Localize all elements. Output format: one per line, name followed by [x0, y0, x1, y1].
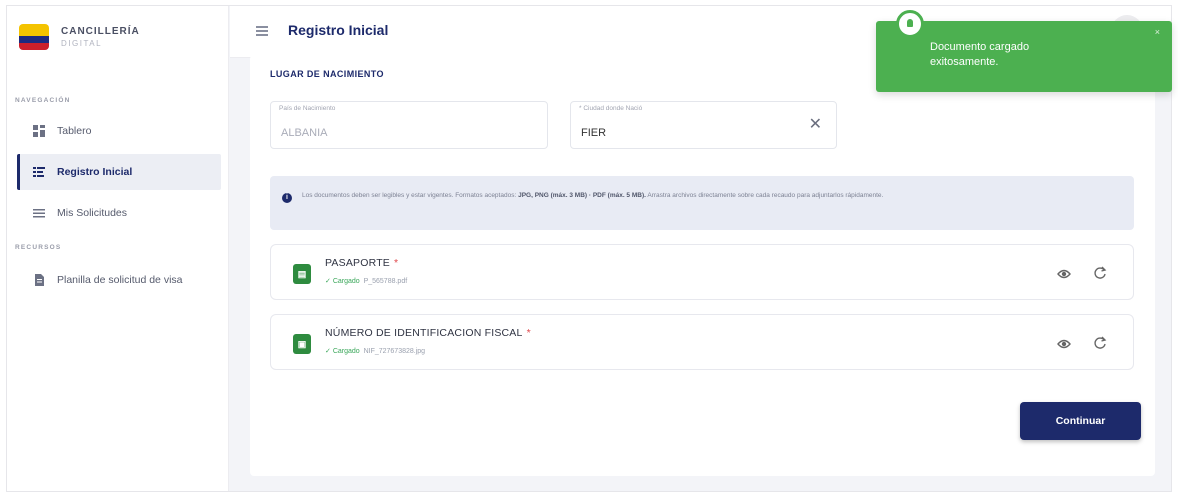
bell-icon	[896, 10, 924, 38]
flag-logo	[19, 24, 49, 50]
refresh-icon[interactable]	[1093, 266, 1107, 280]
page-title: Registro Inicial	[288, 22, 389, 38]
register-icon	[33, 166, 45, 178]
eye-icon[interactable]	[1057, 337, 1071, 351]
list-icon	[33, 207, 45, 219]
document-row-pasaporte: ▤ PASAPORTE * ✓ Cargado P_565788.pdf	[270, 244, 1134, 300]
document-status: ✓ Cargado NIF_727673828.jpg	[325, 348, 426, 355]
info-icon: i	[282, 193, 292, 203]
continue-button[interactable]: Continuar	[1020, 402, 1141, 440]
refresh-icon[interactable]	[1093, 336, 1107, 350]
section-title: LUGAR DE NACIMIENTO	[270, 69, 384, 79]
sidebar-item-label: Planilla de solicitud de visa	[57, 274, 183, 286]
nav-section-label: NAVEGACIÓN	[15, 97, 71, 104]
resources-section-label: RECURSOS	[15, 244, 62, 251]
sidebar-item-registro-inicial[interactable]: Registro Inicial	[17, 154, 221, 190]
city-field-value: FIER	[581, 127, 607, 139]
dashboard-icon	[33, 125, 45, 137]
document-row-nif: ▣ NÚMERO DE IDENTIFICACION FISCAL * ✓ Car…	[270, 314, 1134, 370]
sidebar: CANCILLERÍA DIGITAL NAVEGACIÓN Tablero R…	[7, 6, 229, 491]
sidebar-item-label: Tablero	[57, 125, 92, 137]
city-field-label: * Ciudad donde Nació	[579, 105, 643, 112]
brand-subtitle: DIGITAL	[61, 39, 103, 48]
brand-title: CANCILLERÍA	[61, 26, 140, 37]
country-field-value: ALBANIA	[281, 127, 328, 139]
sidebar-item-mis-solicitudes[interactable]: Mis Solicitudes	[17, 195, 221, 231]
toast-message: Documento cargado exitosamente.	[930, 41, 1030, 68]
city-field[interactable]: * Ciudad donde Nació FIER ✕	[570, 101, 837, 149]
eye-icon[interactable]	[1057, 267, 1071, 281]
brand[interactable]: CANCILLERÍA DIGITAL	[19, 24, 140, 50]
document-icon	[33, 274, 45, 286]
document-status: ✓ Cargado P_565788.pdf	[325, 278, 408, 285]
hamburger-menu-icon[interactable]	[256, 26, 268, 36]
document-name: PASAPORTE *	[325, 257, 399, 269]
document-name: NÚMERO DE IDENTIFICACION FISCAL *	[325, 327, 531, 339]
sidebar-item-label: Mis Solicitudes	[57, 207, 128, 219]
toast-close-icon[interactable]: ×	[1155, 27, 1160, 37]
success-toast: Documento cargado exitosamente. ×	[876, 10, 1172, 92]
sidebar-item-tablero[interactable]: Tablero	[17, 113, 221, 149]
close-icon[interactable]: ✕	[809, 117, 822, 133]
info-banner: i Los documentos deben ser legibles y es…	[270, 176, 1134, 230]
image-file-icon: ▣	[293, 334, 311, 354]
sidebar-item-planilla[interactable]: Planilla de solicitud de visa	[17, 262, 221, 298]
country-field-label: País de Nacimiento	[279, 105, 336, 112]
country-field[interactable]: País de Nacimiento ALBANIA	[270, 101, 548, 149]
info-text: Los documentos deben ser legibles y esta…	[302, 192, 884, 199]
pdf-file-icon: ▤	[293, 264, 311, 284]
sidebar-item-label: Registro Inicial	[57, 166, 133, 178]
